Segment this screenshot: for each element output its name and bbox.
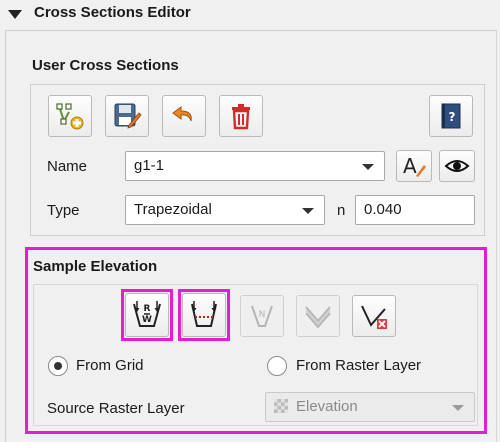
- save-button[interactable]: [105, 95, 149, 137]
- clear-profile-icon: [361, 305, 387, 329]
- user-cross-sections-title: User Cross Sections: [32, 57, 179, 74]
- help-book-icon: ?: [441, 103, 461, 129]
- n-value: 0.040: [364, 201, 402, 218]
- sample-points-icon: R W: [133, 301, 161, 327]
- rename-button[interactable]: A: [396, 150, 432, 182]
- sample-profile-icon: [191, 301, 217, 327]
- save-edit-icon: [114, 103, 142, 129]
- from-raster-layer-label[interactable]: From Raster Layer: [296, 357, 421, 374]
- layered-profile-icon: [305, 306, 331, 329]
- svg-text:W: W: [142, 315, 152, 325]
- layered-profile-button[interactable]: [296, 295, 340, 337]
- eye-icon: [444, 160, 470, 172]
- name-label: Name: [47, 158, 88, 175]
- add-cross-section-icon: [56, 103, 84, 130]
- sample-elevation-title: Sample Elevation: [33, 258, 158, 275]
- source-raster-layer-combobox[interactable]: Elevation: [265, 392, 475, 422]
- view-button[interactable]: [439, 150, 475, 182]
- north-arrow-button[interactable]: N: [240, 295, 284, 337]
- chevron-down-icon: [452, 405, 464, 411]
- sample-profile-button[interactable]: [182, 293, 226, 337]
- undo-button[interactable]: [162, 95, 206, 137]
- n-label: n: [337, 202, 346, 219]
- source-raster-layer-label: Source Raster Layer: [47, 400, 185, 417]
- help-button[interactable]: ?: [429, 95, 473, 137]
- svg-text:R: R: [144, 304, 151, 314]
- panel-header[interactable]: Cross Sections Editor: [0, 0, 500, 28]
- source-raster-value: Elevation: [296, 398, 358, 415]
- collapse-triangle-icon[interactable]: [8, 10, 22, 19]
- svg-text:A: A: [403, 154, 417, 178]
- from-raster-layer-radio[interactable]: [267, 356, 287, 376]
- undo-icon: [172, 106, 192, 122]
- raster-layer-icon: [274, 399, 288, 413]
- type-value: Trapezoidal: [134, 201, 212, 218]
- type-label: Type: [47, 202, 80, 219]
- add-cross-section-button[interactable]: [48, 95, 92, 137]
- chevron-down-icon: [362, 164, 374, 170]
- name-value: g1-1: [134, 157, 165, 174]
- type-combobox[interactable]: Trapezoidal: [125, 195, 325, 225]
- rename-text-icon: A: [403, 154, 426, 178]
- from-grid-label[interactable]: From Grid: [76, 357, 144, 374]
- svg-text:?: ?: [449, 110, 456, 124]
- delete-trash-icon: [232, 104, 250, 130]
- from-grid-radio[interactable]: [48, 356, 68, 376]
- chevron-down-icon: [302, 208, 314, 214]
- svg-text:N: N: [259, 310, 266, 320]
- sample-points-button[interactable]: R W: [125, 293, 169, 337]
- name-combobox[interactable]: g1-1: [125, 151, 385, 181]
- panel-title: Cross Sections Editor: [34, 4, 191, 21]
- clear-profile-button[interactable]: [352, 295, 396, 337]
- delete-button[interactable]: [219, 95, 263, 137]
- n-input[interactable]: 0.040: [355, 195, 475, 225]
- north-arrow-icon: N: [251, 305, 273, 327]
